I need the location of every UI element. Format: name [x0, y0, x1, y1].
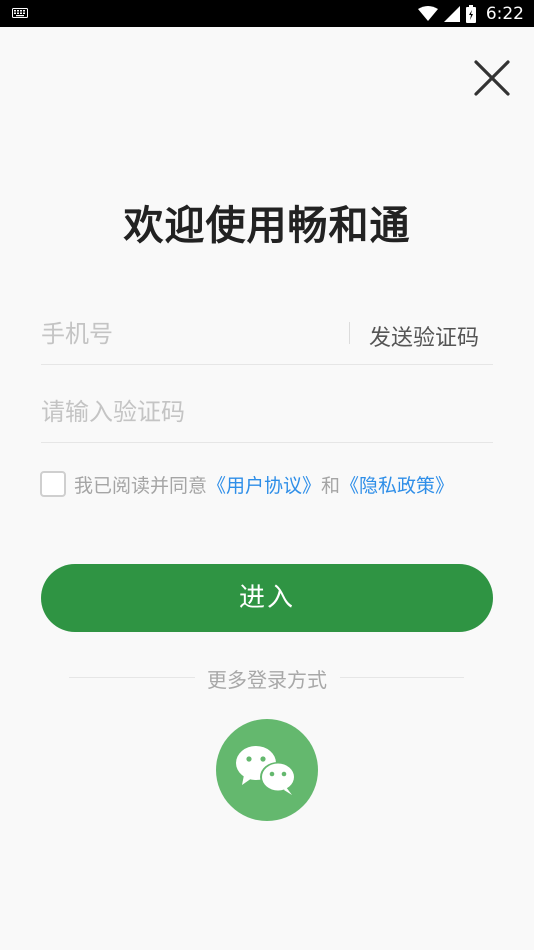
agreement-prefix: 我已阅读并同意	[74, 474, 208, 497]
enter-button[interactable]: 进入	[41, 564, 493, 632]
agreement-row: 我已阅读并同意 《用户协议》 和 《隐私政策》	[40, 470, 454, 498]
battery-icon	[465, 4, 476, 23]
agreement-checkbox[interactable]	[40, 471, 66, 497]
signal-icon	[443, 5, 460, 22]
wifi-icon	[417, 5, 438, 21]
user-agreement-link[interactable]: 《用户协议》	[207, 471, 321, 498]
keyboard-icon	[12, 8, 28, 18]
phone-input[interactable]	[41, 314, 341, 354]
page-title: 欢迎使用畅和通	[123, 203, 411, 249]
wechat-icon	[236, 746, 296, 795]
phone-row: 发送验证码	[41, 306, 493, 365]
more-login-divider-right	[340, 677, 464, 678]
code-row	[41, 384, 493, 443]
verification-code-input[interactable]	[41, 392, 481, 432]
send-code-button[interactable]: 发送验证码	[369, 320, 479, 352]
agreement-conjunction: 和	[321, 474, 341, 497]
privacy-policy-link[interactable]: 《隐私政策》	[340, 471, 454, 498]
close-icon	[474, 60, 510, 96]
more-login-label: 更多登录方式	[207, 668, 327, 692]
status-bar: 6:22	[0, 0, 534, 27]
send-code-divider	[349, 322, 350, 344]
wechat-login-button[interactable]	[216, 719, 318, 821]
more-login-row: 更多登录方式	[0, 660, 534, 694]
status-time: 6:22	[485, 3, 524, 24]
login-screen: 6:22 欢迎使用畅和通 发送验证码 我已阅读并同意 《用户协议》 和 《隐私政…	[0, 0, 534, 950]
status-icons: 6:22	[417, 0, 524, 27]
close-button[interactable]	[472, 58, 512, 98]
